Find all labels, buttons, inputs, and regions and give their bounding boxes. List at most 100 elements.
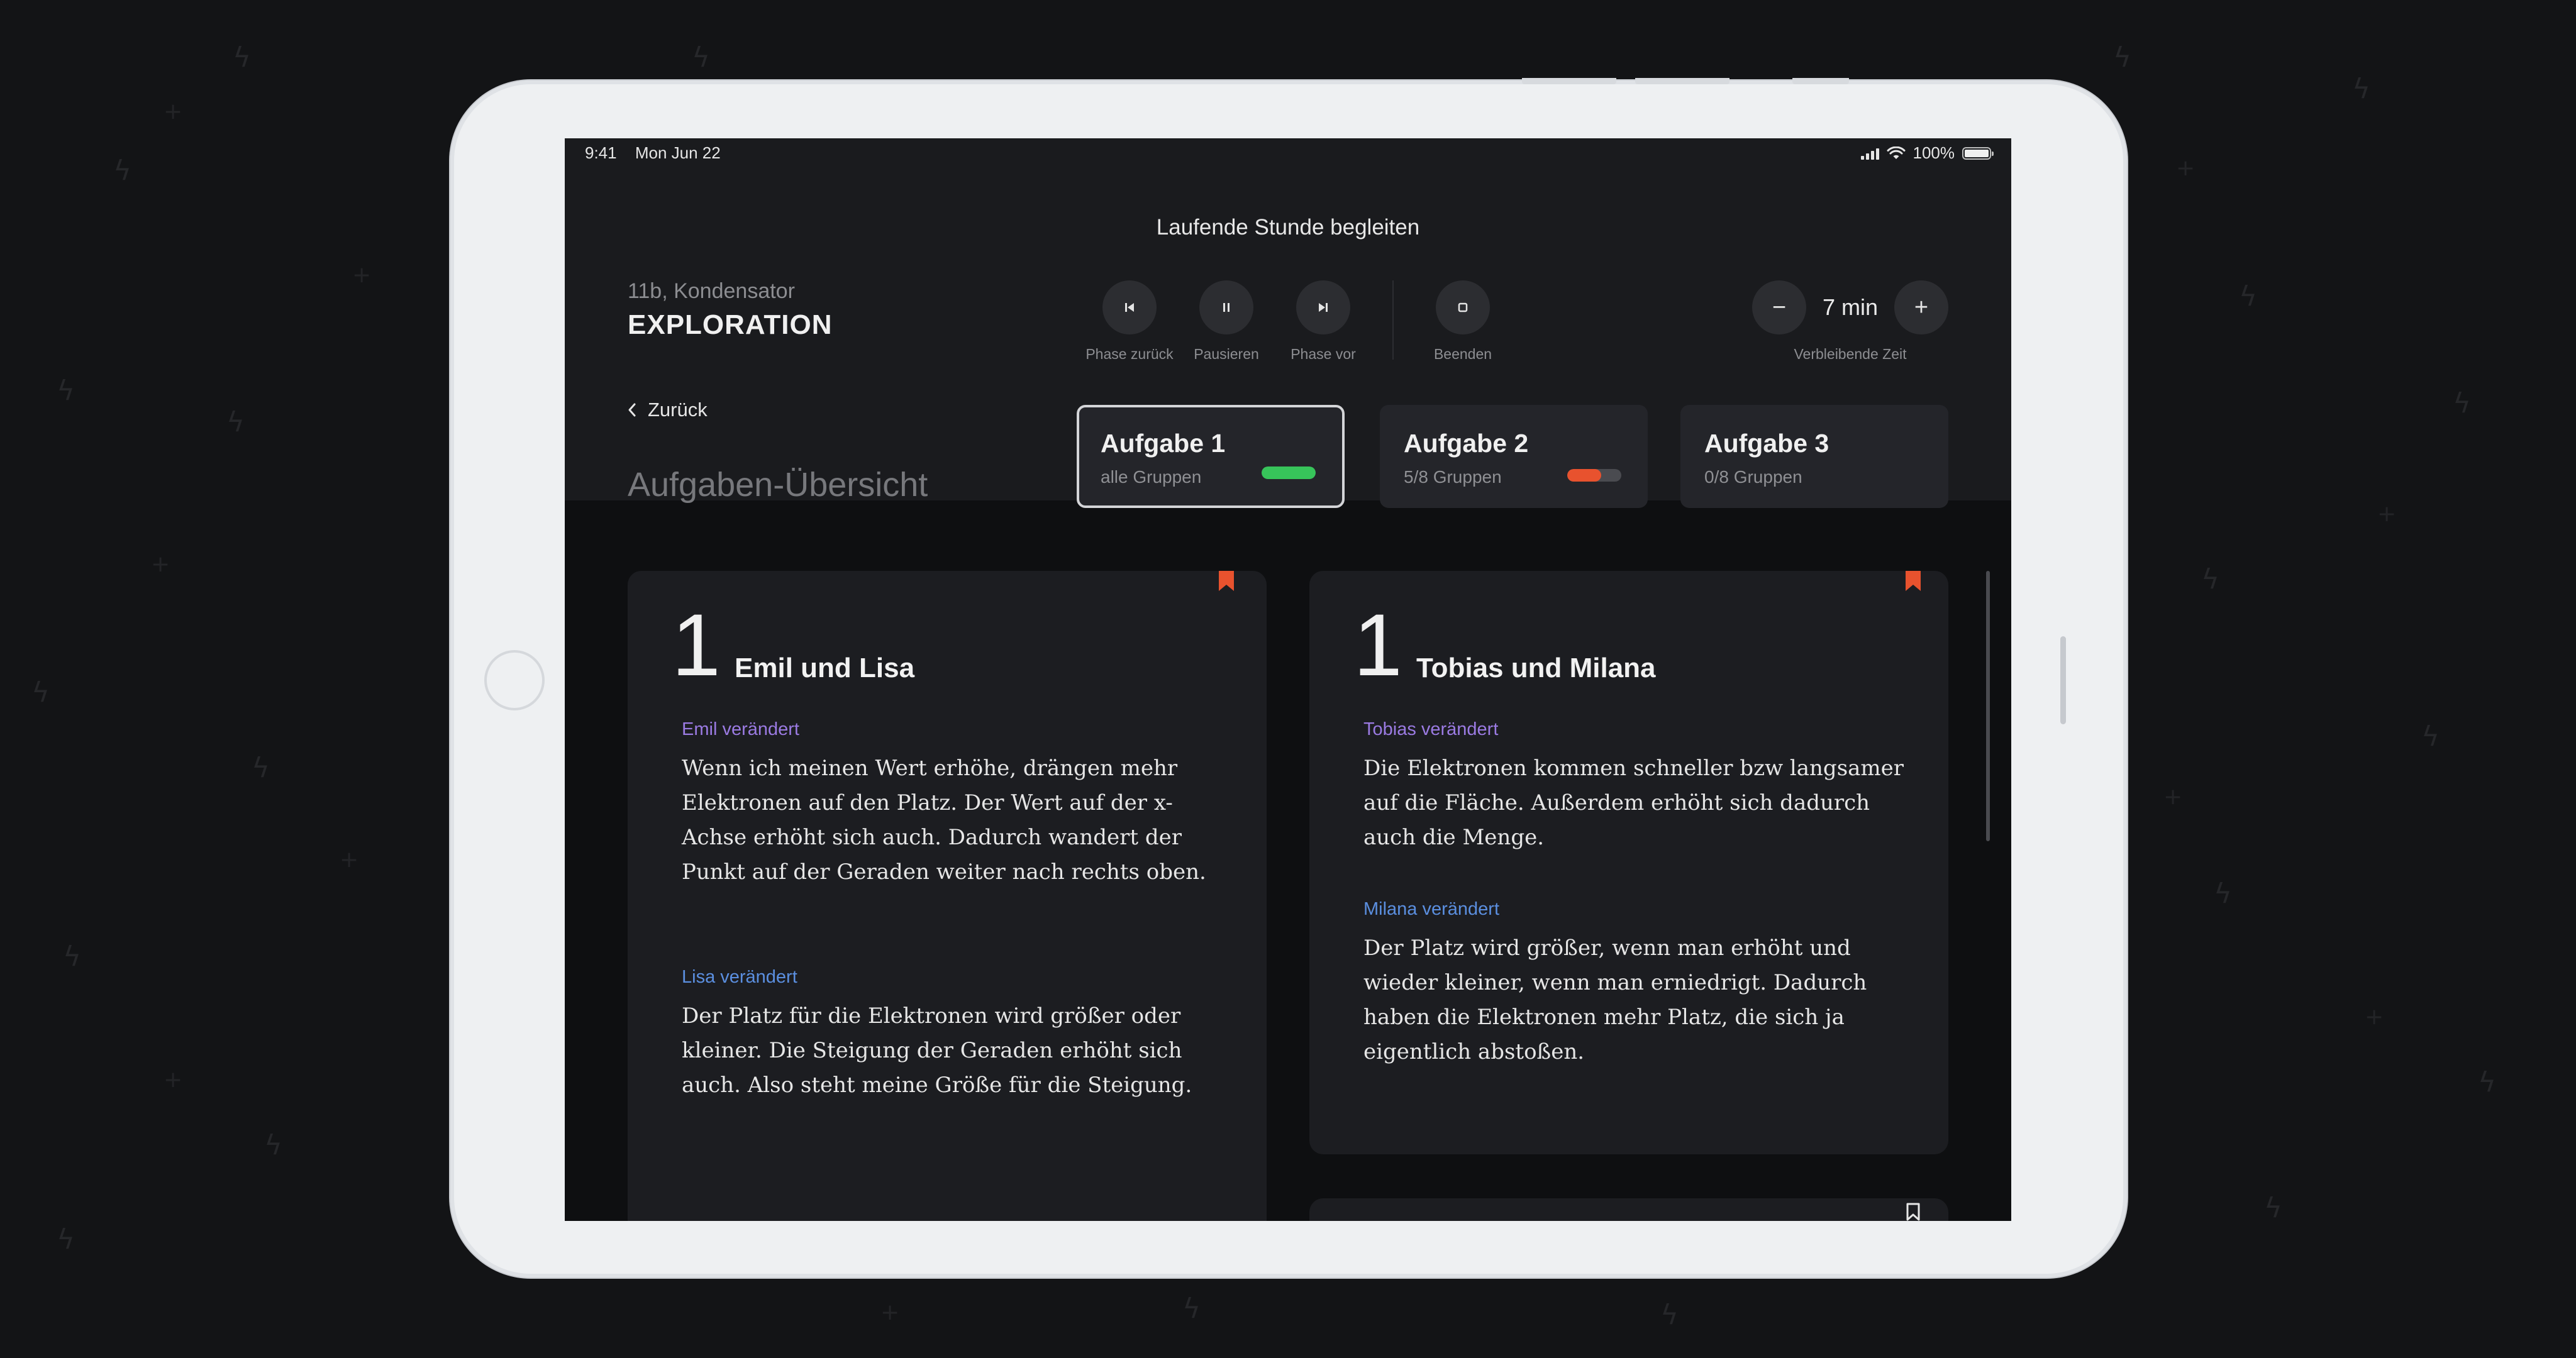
bolt-icon: ϟ [63, 941, 82, 973]
task-subtitle: 0/8 Gruppen [1704, 467, 1802, 487]
battery-icon [1962, 146, 1994, 160]
bolt-icon: ϟ [1660, 1299, 1679, 1331]
bolt-icon: ϟ [2352, 73, 2371, 105]
entry-text: Der Platz wird größer, wenn man erhöht u… [1363, 936, 1867, 1064]
end-label: Beenden [1433, 346, 1492, 362]
device-top-button [1635, 78, 1729, 84]
plus-pattern-icon: + [880, 1300, 900, 1325]
timer-label: Verbleibende Zeit [1794, 346, 1907, 362]
bolt-icon: ϟ [226, 406, 245, 438]
bolt-icon: ϟ [692, 41, 711, 74]
group-card[interactable]: 1 Tobias und Milana Tobias verändert Die… [1309, 571, 1948, 1154]
battery-percentage: 100% [1913, 143, 1955, 162]
phase-back-label: Phase zurück [1085, 346, 1174, 362]
bookmark-outline-icon[interactable] [1906, 1202, 1921, 1221]
end-button[interactable] [1436, 280, 1490, 334]
bookmark-filled-icon[interactable] [1906, 571, 1921, 591]
plus-pattern-icon: + [164, 1067, 183, 1093]
task-title: Aufgabe 1 [1101, 429, 1226, 458]
group-entry: Emil verändert Wenn ich meinen Wert erhö… [682, 719, 1223, 890]
plus-pattern-icon: + [352, 262, 372, 288]
bolt-icon: ϟ [2113, 41, 2132, 74]
back-label: Zurück [648, 399, 708, 421]
entry-text: Die Elektronen kommen schneller bzw lang… [1363, 756, 1904, 850]
bolt-icon: ϟ [2421, 720, 2440, 753]
bolt-icon: ϟ [2214, 878, 2233, 910]
plus-pattern-icon: + [151, 551, 170, 577]
entry-text: Wenn ich meinen Wert erhöhe, drängen meh… [682, 756, 1206, 885]
timer-value: 7 min [1822, 294, 1879, 320]
home-button[interactable] [484, 650, 545, 710]
bolt-icon: ϟ [113, 155, 132, 187]
device-top-button [1522, 78, 1616, 84]
task-progress-bar [1262, 466, 1316, 479]
plus-pattern-icon: + [340, 847, 359, 873]
bolt-icon: ϟ [1182, 1293, 1201, 1325]
phase-back-control: Phase zurück [1079, 280, 1180, 363]
task-progress-fill [1567, 469, 1601, 482]
entry-author: Emil verändert [682, 719, 799, 739]
status-bar: 9:41 Mon Jun 22 100% [565, 138, 2011, 170]
group-number: 1 [672, 595, 721, 694]
bolt-icon: ϟ [2453, 387, 2472, 419]
cellular-signal-icon [1860, 147, 1879, 160]
phase-forward-control: Phase vor [1273, 280, 1374, 363]
end-control: Beenden [1413, 280, 1513, 363]
skip-forward-icon [1319, 303, 1328, 312]
back-link[interactable]: Zurück [628, 399, 708, 421]
task-progress-fill [1262, 466, 1316, 479]
pause-control: Pausieren [1176, 280, 1277, 363]
task-progress-bar [1567, 469, 1621, 482]
bolt-icon: ϟ [2201, 563, 2220, 595]
phase-back-button[interactable] [1102, 280, 1157, 334]
task-tab-3[interactable]: Aufgabe 3 0/8 Gruppen [1680, 405, 1948, 508]
screen: 9:41 Mon Jun 22 100% Laufende Stunde beg… [565, 138, 2011, 1221]
lesson-subtitle: 11b, Kondensator [628, 279, 795, 303]
bolt-icon: ϟ [57, 1223, 75, 1256]
plus-pattern-icon: + [2176, 155, 2196, 181]
group-names: Emil und Lisa [735, 653, 915, 683]
group-entry: Lisa verändert Der Platz für die Elektro… [682, 967, 1223, 1103]
bookmark-filled-icon[interactable] [1219, 571, 1234, 591]
side-button[interactable] [2060, 636, 2066, 724]
task-title: Aufgabe 3 [1704, 429, 1829, 458]
bolt-icon: ϟ [57, 375, 75, 407]
header-divider [1392, 280, 1394, 360]
entry-text: Der Platz für die Elektronen wird größer… [682, 1003, 1192, 1098]
status-time: 9:41 [585, 143, 617, 162]
chevron-left-icon [628, 403, 636, 417]
scrollbar[interactable] [1986, 571, 1990, 841]
task-tab-2[interactable]: Aufgabe 2 5/8 Gruppen [1380, 405, 1648, 508]
phase-forward-label: Phase vor [1291, 346, 1356, 362]
pause-icon [1223, 303, 1230, 312]
group-card[interactable] [1309, 1198, 1948, 1221]
plus-pattern-icon: + [2365, 1004, 2384, 1030]
plus-pattern-icon: + [164, 99, 183, 124]
entry-author: Lisa verändert [682, 967, 797, 987]
pause-button[interactable] [1199, 280, 1253, 334]
bolt-icon: ϟ [264, 1129, 283, 1161]
bolt-icon: ϟ [233, 41, 252, 74]
group-entry: Tobias verändert Die Elektronen kommen s… [1363, 719, 1904, 855]
bolt-icon: ϟ [2478, 1066, 2497, 1098]
timer-increase-button[interactable]: + [1894, 280, 1948, 334]
bolt-icon: ϟ [252, 752, 270, 784]
wifi-icon [1887, 146, 1905, 159]
phase-forward-button[interactable] [1296, 280, 1350, 334]
group-entry: Milana verändert Der Platz wird größer, … [1363, 899, 1904, 1069]
group-number: 1 [1353, 595, 1402, 694]
group-names: Tobias und Milana [1416, 653, 1656, 683]
task-tab-1[interactable]: Aufgabe 1 alle Gruppen [1077, 405, 1345, 508]
bolt-icon: ϟ [2239, 280, 2258, 312]
plus-pattern-icon: + [2377, 501, 2397, 527]
header-title: Laufende Stunde begleiten [1156, 215, 1420, 240]
status-date: Mon Jun 22 [635, 143, 721, 162]
timer-decrease-button[interactable]: − [1752, 280, 1806, 334]
bolt-icon: ϟ [2264, 1192, 2283, 1224]
lesson-phase: EXPLORATION [628, 309, 833, 340]
stop-icon [1458, 302, 1468, 312]
skip-back-icon [1125, 303, 1134, 312]
timer-control: − 7 min + [1752, 280, 1948, 334]
group-card[interactable]: 1 Emil und Lisa Emil verändert Wenn ich … [628, 571, 1267, 1221]
task-title: Aufgabe 2 [1404, 429, 1529, 458]
